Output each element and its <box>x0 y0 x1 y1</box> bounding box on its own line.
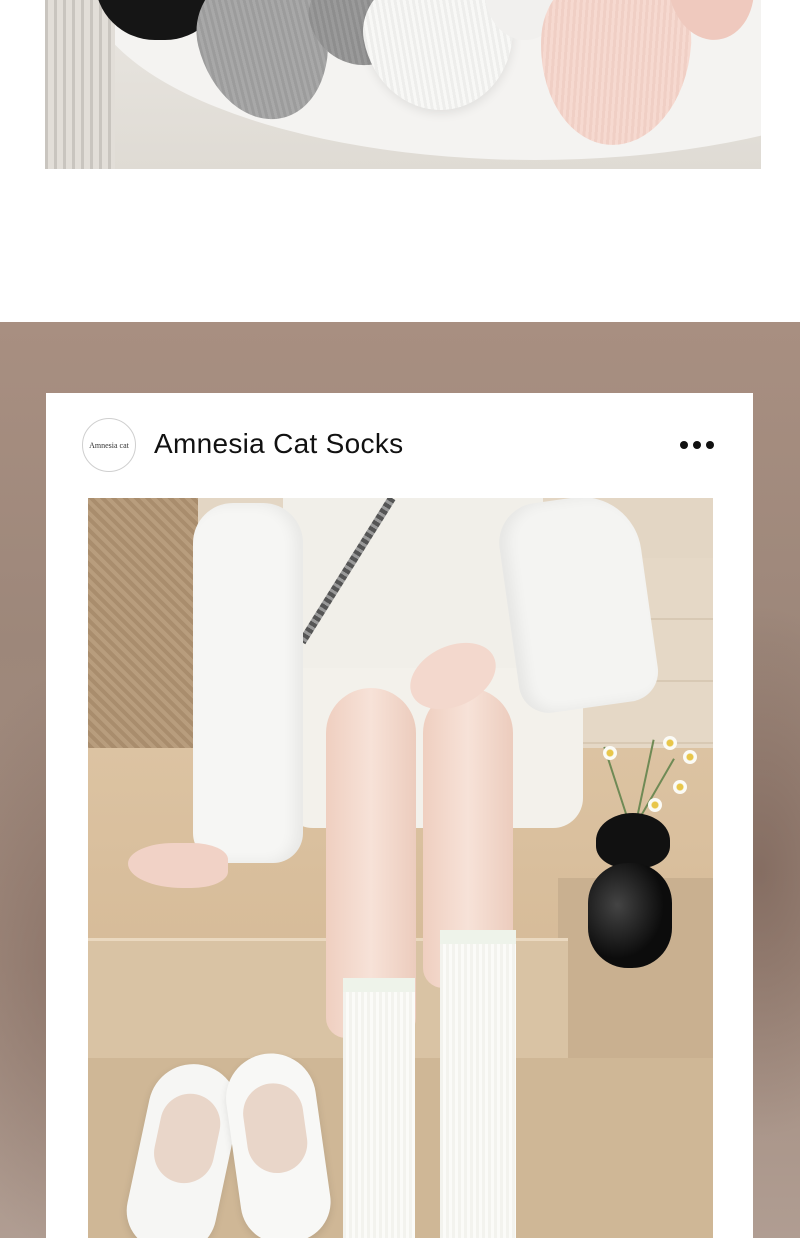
post-photo <box>88 498 713 1238</box>
vase-top <box>596 813 670 868</box>
daisy-flower <box>683 750 697 764</box>
avatar[interactable]: Amnesia cat <box>82 418 136 472</box>
wicker-panel <box>88 498 198 758</box>
account-name[interactable]: Amnesia Cat Socks <box>154 428 403 460</box>
daisy-flower <box>648 798 662 812</box>
striped-rug <box>45 0 115 169</box>
left-sleeve <box>193 503 303 863</box>
daisy-flower <box>673 780 687 794</box>
white-sock-left <box>343 978 415 1238</box>
post-header: Amnesia cat Amnesia Cat Socks <box>46 393 753 498</box>
more-horizontal-icon-dot <box>706 441 714 449</box>
avatar-text: Amnesia cat <box>89 440 129 450</box>
social-post-card: Amnesia cat Amnesia Cat Socks <box>46 393 753 1238</box>
black-vase <box>588 863 672 968</box>
top-product-photo <box>45 0 761 169</box>
more-horizontal-icon <box>680 441 688 449</box>
white-sock-right <box>440 930 516 1238</box>
daisy-flower <box>603 746 617 760</box>
daisy-flower <box>663 736 677 750</box>
more-options-button[interactable] <box>674 429 720 461</box>
more-horizontal-icon-dot <box>693 441 701 449</box>
